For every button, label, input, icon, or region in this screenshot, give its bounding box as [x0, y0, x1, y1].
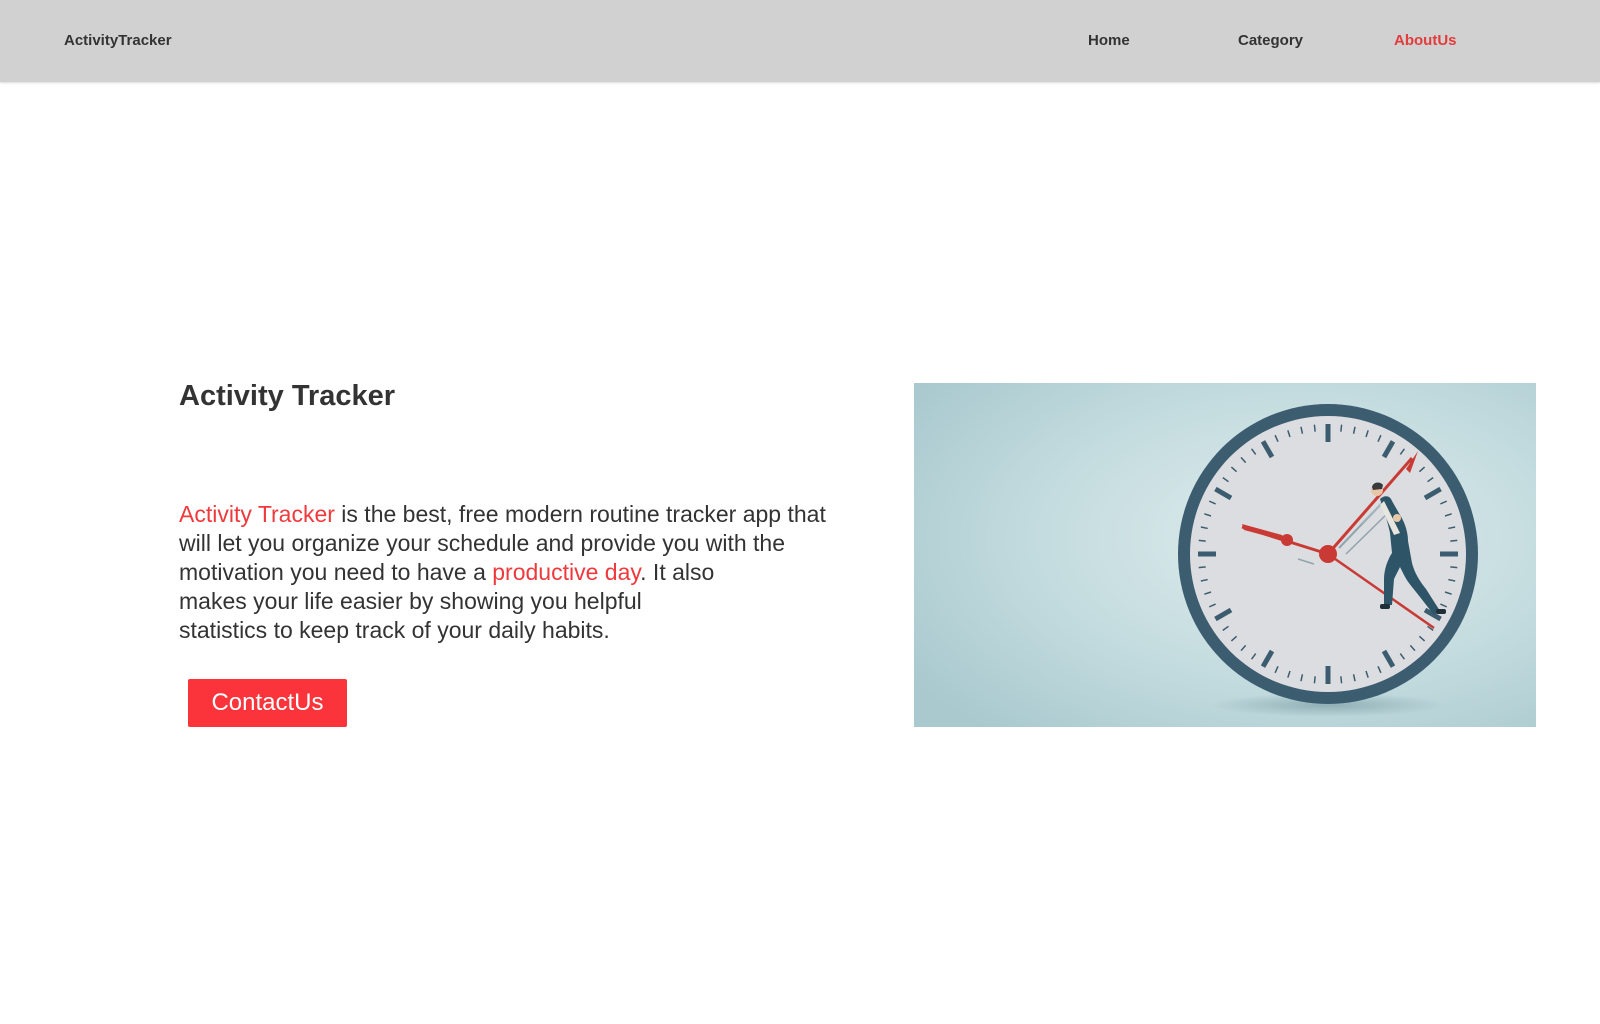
clock-minute-tick [1450, 539, 1458, 542]
highlight-productive-day: productive day [492, 559, 641, 585]
hero-text-line-1: Activity Tracker is the best, free moder… [179, 500, 899, 529]
hero-text-part: . It also [640, 559, 715, 585]
nav-link-home[interactable]: Home [1088, 32, 1130, 49]
clock-illustration-image [914, 383, 1536, 727]
hero-text-line-3: motivation you need to have a productive… [179, 558, 899, 587]
hero-text-part: is the best, free modern routine tracker… [334, 501, 826, 527]
clock-minute-tick [1313, 424, 1316, 432]
hero-title: Activity Tracker [179, 380, 396, 412]
nav-link-category[interactable]: Category [1238, 32, 1303, 49]
clock-minute-tick [1198, 566, 1206, 569]
clock-minute-tick [1450, 566, 1458, 569]
hero-text-line-5: statistics to keep track of your daily h… [179, 617, 610, 643]
nav-link-aboutus[interactable]: AboutUs [1394, 32, 1457, 49]
highlight-app-name: Activity Tracker [179, 501, 335, 527]
clock-minute-tick [1313, 676, 1316, 684]
hero-description: Activity Tracker is the best, free moder… [179, 500, 899, 645]
navbar: ActivityTracker Home Category AboutUs [0, 0, 1600, 82]
hero-text-part: motivation you need to have a [179, 559, 493, 585]
brand-logo-link[interactable]: ActivityTracker [64, 32, 172, 49]
clock-minute-tick [1340, 676, 1343, 684]
clock-minute-tick [1340, 424, 1343, 432]
contact-us-button[interactable]: ContactUs [188, 679, 347, 727]
hero-text-line-4: makes your life easier by showing you he… [179, 588, 642, 614]
clock-minute-tick [1198, 539, 1206, 542]
hero-text-line-2: will let you organize your schedule and … [179, 530, 786, 556]
